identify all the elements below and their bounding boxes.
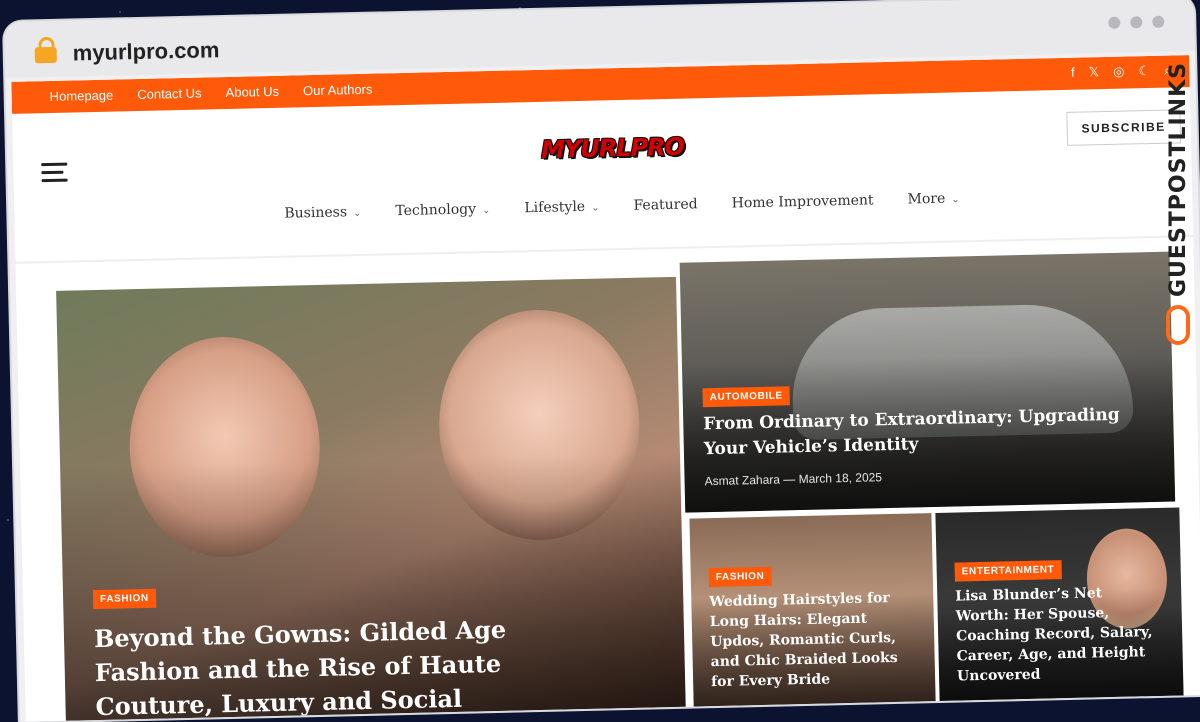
browser-window: myurlpro.com Homepage Contact Us About U… (4, 0, 1200, 722)
logo-text: MYURLPRO (540, 132, 685, 164)
topnav-about-us[interactable]: About Us (225, 84, 279, 100)
chevron-down-icon: ⌄ (591, 202, 600, 214)
article-title[interactable]: Lisa Blunder’s Net Worth: Her Spouse, Co… (955, 582, 1157, 687)
nav-featured[interactable]: Featured (633, 196, 698, 213)
instagram-icon[interactable]: ◎ (1113, 64, 1125, 80)
window-dot[interactable] (1130, 16, 1143, 29)
chevron-down-icon: ⌄ (481, 205, 491, 217)
article-card[interactable]: AUTOMOBILE From Ordinary to Extraordinar… (679, 251, 1176, 513)
article-title[interactable]: Beyond the Gowns: Gilded Age Fashion and… (94, 611, 597, 722)
window-dot[interactable] (1108, 16, 1121, 29)
facebook-icon[interactable]: f (1071, 65, 1075, 81)
nav-label: Business (284, 204, 348, 222)
article-card[interactable]: ENTERTAINMENT Lisa Blunder’s Net Worth: … (935, 507, 1184, 713)
article-title[interactable]: From Ordinary to Extraordinary: Upgradin… (703, 403, 1124, 463)
main-nav: Business ⌄ Technology ⌄ Lifestyle ⌄ Feature… (284, 190, 960, 222)
top-nav: Homepage Contact Us About Us Our Authors (50, 82, 373, 104)
web-page: Homepage Contact Us About Us Our Authors… (11, 55, 1200, 722)
featured-article-card[interactable]: FASHION Beyond the Gowns: Gilded Age Fas… (56, 276, 686, 722)
category-badge[interactable]: FASHION (708, 566, 772, 588)
nav-home-improvement[interactable]: Home Improvement (731, 192, 873, 211)
article-author[interactable]: Asmat Zahara (704, 473, 780, 489)
link-icon (1166, 305, 1190, 345)
category-badge[interactable]: AUTOMOBILE (702, 386, 790, 408)
x-icon[interactable]: 𝕏 (1088, 64, 1099, 80)
window-controls (1108, 15, 1165, 29)
article-date: March 18, 2025 (798, 470, 883, 487)
nav-business[interactable]: Business ⌄ (284, 204, 362, 222)
nav-label: More (907, 190, 946, 208)
social-icons: f 𝕏 ◎ ☾ ⌕ (1071, 63, 1172, 81)
window-dot[interactable] (1152, 15, 1165, 28)
nav-more[interactable]: More ⌄ (907, 190, 960, 208)
topnav-our-authors[interactable]: Our Authors (303, 82, 373, 99)
chevron-down-icon: ⌄ (352, 207, 362, 220)
topnav-contact-us[interactable]: Contact Us (137, 86, 202, 102)
article-card[interactable]: FASHION Wedding Hairstyles for Long Hair… (689, 513, 936, 719)
menu-icon[interactable] (41, 162, 68, 188)
site-logo[interactable]: MYURLPRO (541, 133, 685, 172)
lock-icon (34, 46, 57, 64)
meta-separator: — (783, 472, 799, 487)
article-title[interactable]: Wedding Hairstyles for Long Hairs: Elega… (709, 588, 911, 693)
category-badge[interactable]: FASHION (92, 588, 156, 610)
nav-label: Lifestyle (524, 198, 586, 217)
address-bar-url[interactable]: myurlpro.com (72, 37, 219, 66)
category-badge[interactable]: ENTERTAINMENT (954, 560, 1062, 582)
guestpostlinks-watermark: GUESTPOSTLINKS (1160, 62, 1196, 362)
nav-lifestyle[interactable]: Lifestyle ⌄ (524, 198, 600, 217)
moon-icon[interactable]: ☾ (1138, 63, 1150, 79)
chevron-down-icon: ⌄ (951, 194, 960, 206)
nav-label: Technology (395, 201, 477, 220)
watermark-text: GUESTPOSTLINKS (1165, 62, 1191, 297)
topnav-homepage[interactable]: Homepage (50, 88, 114, 104)
nav-technology[interactable]: Technology ⌄ (395, 201, 490, 219)
